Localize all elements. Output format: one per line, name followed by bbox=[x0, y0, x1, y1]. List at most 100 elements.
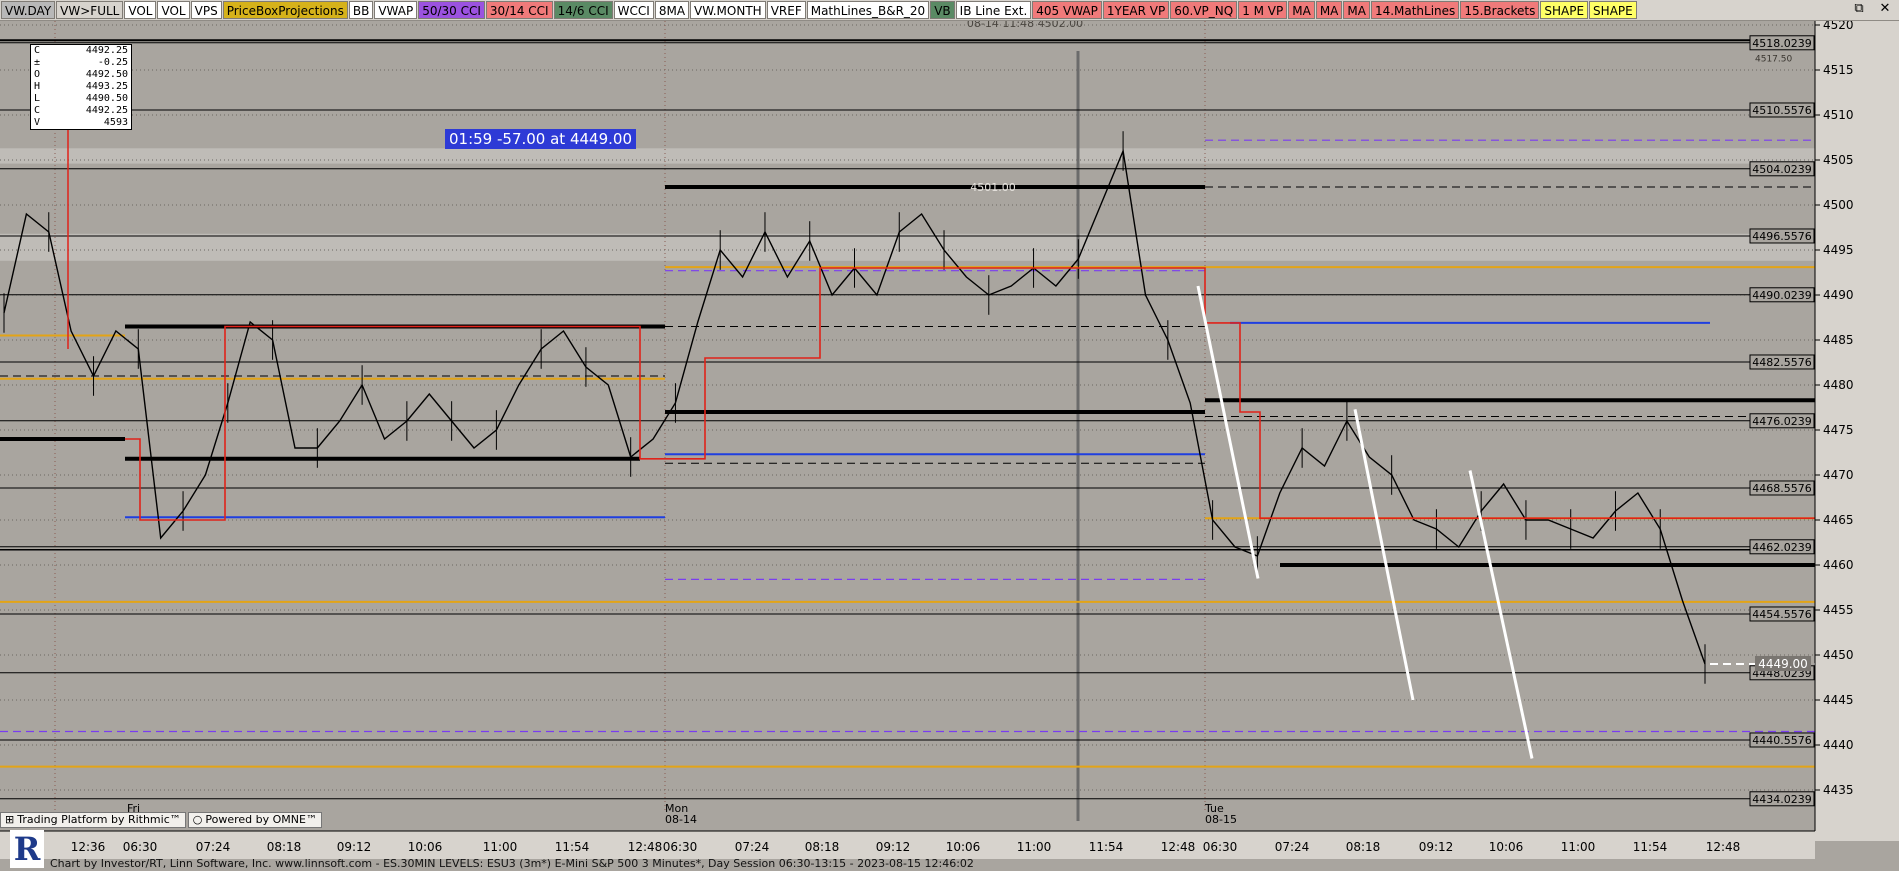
small-price-label: 4517.50 bbox=[1755, 54, 1792, 64]
price-tick-label: 4455 bbox=[1823, 603, 1854, 617]
indicator-button-vb[interactable]: VB bbox=[930, 1, 955, 19]
indicator-button-14-6-cci[interactable]: 14/6 CCI bbox=[553, 1, 613, 19]
time-tick-label: 09:12 bbox=[337, 840, 372, 854]
shaded-band bbox=[0, 233, 1815, 261]
ohlc-key: ± bbox=[34, 57, 41, 68]
level-price-tag: 4482.5576 bbox=[1749, 354, 1815, 370]
time-tick-label: 08:18 bbox=[1346, 840, 1381, 854]
ohlc-value: 4492.50 bbox=[85, 69, 128, 80]
indicator-button-8ma[interactable]: 8MA bbox=[654, 1, 690, 19]
indicator-toolbar: VW.DAY VW>FULL VOL VOL VPS PriceBoxProjection… bbox=[0, 0, 1899, 21]
ohlc-key: V bbox=[34, 117, 41, 128]
indicator-button-405-vwap[interactable]: 405 VWAP bbox=[1032, 1, 1102, 19]
indicator-button-vol[interactable]: VOL bbox=[124, 1, 157, 19]
indicator-button-vwap[interactable]: VWAP bbox=[374, 1, 418, 19]
level-price-tag: 4454.5576 bbox=[1749, 606, 1815, 622]
current-price-tag-label: 4449.00 bbox=[1758, 657, 1808, 671]
indicator-button-shape[interactable]: SHAPE bbox=[1589, 1, 1637, 19]
time-tick-label: 06:30 bbox=[663, 840, 698, 854]
mid-marker-label: 4501.00 bbox=[970, 181, 1016, 194]
restore-icon[interactable]: ⧉ bbox=[1851, 1, 1867, 16]
ohlc-value: 4492.25 bbox=[85, 45, 128, 56]
time-tick-label: 11:54 bbox=[1089, 840, 1124, 854]
level-price-tag: 4496.5576 bbox=[1749, 228, 1815, 244]
close-icon[interactable]: ✕ bbox=[1877, 1, 1893, 16]
level-price-tag: 4468.5576 bbox=[1749, 480, 1815, 496]
indicator-button-wcci[interactable]: WCCI bbox=[613, 1, 654, 19]
indicator-button-priceboxprojections[interactable]: PriceBoxProjections bbox=[222, 1, 348, 19]
level-price-tag-label: 4518.0239 bbox=[1752, 37, 1812, 50]
time-tick-label: 07:24 bbox=[196, 840, 231, 854]
level-price-tag: 4440.5576 bbox=[1749, 732, 1815, 748]
time-tick-label: 11:54 bbox=[1633, 840, 1668, 854]
time-tick-label: 11:00 bbox=[1017, 840, 1052, 854]
indicator-button-15-brackets[interactable]: 15.Brackets bbox=[1460, 1, 1540, 19]
time-tick-label: 11:00 bbox=[483, 840, 518, 854]
session-date-label: 08-15 bbox=[1205, 813, 1237, 826]
ohlc-value: 4490.50 bbox=[85, 93, 128, 104]
time-tick-label: 10:06 bbox=[946, 840, 981, 854]
time-tick-label: 06:30 bbox=[1203, 840, 1238, 854]
rithmic-badge[interactable]: ⊞ Trading Platform by Rithmic™ bbox=[0, 812, 186, 828]
price-tick-label: 4485 bbox=[1823, 333, 1854, 347]
level-price-tag-label: 4434.0239 bbox=[1752, 793, 1812, 806]
indicator-button-30-14-cci[interactable]: 30/14 CCI bbox=[485, 1, 553, 19]
indicator-button-ma[interactable]: MA bbox=[1343, 1, 1370, 19]
level-price-tag: 4434.0239 bbox=[1749, 791, 1815, 807]
level-price-tag: 4462.0239 bbox=[1749, 539, 1815, 555]
indicator-button-ma[interactable]: MA bbox=[1315, 1, 1343, 19]
indicator-button-vw-day[interactable]: VW.DAY bbox=[1, 1, 56, 19]
ohlc-readout: C 4492.25 ± -0.25 O 4492.50 H 4493.25 L 4490.50 C 4… bbox=[30, 44, 132, 130]
time-tick-label: 12:48 bbox=[1706, 840, 1741, 854]
price-tick-label: 4505 bbox=[1823, 153, 1854, 167]
ohlc-row: H 4493.25 bbox=[31, 81, 131, 93]
price-tick-label: 4475 bbox=[1823, 423, 1854, 437]
indicator-button-vw-month[interactable]: VW.MONTH bbox=[690, 1, 766, 19]
indicator-button-ib-line-ext-[interactable]: IB Line Ext. bbox=[955, 1, 1032, 19]
indicator-button-1-m-vp[interactable]: 1 M VP bbox=[1238, 1, 1288, 19]
price-tick-label: 4440 bbox=[1823, 738, 1854, 752]
time-tick-label: 11:00 bbox=[1561, 840, 1596, 854]
level-price-tag-label: 4440.5576 bbox=[1752, 734, 1812, 747]
ohlc-value: -0.25 bbox=[97, 57, 128, 68]
indicator-button-1year-vp[interactable]: 1YEAR VP bbox=[1102, 1, 1170, 19]
ohlc-row: L 4490.50 bbox=[31, 93, 131, 105]
indicator-button-14-mathlines[interactable]: 14.MathLines bbox=[1370, 1, 1460, 19]
ohlc-key: O bbox=[34, 69, 41, 80]
indicator-button-vps[interactable]: VPS bbox=[190, 1, 222, 19]
indicator-button-vw-full[interactable]: VW>FULL bbox=[56, 1, 124, 19]
price-tick-label: 4470 bbox=[1823, 468, 1854, 482]
ohlc-key: H bbox=[34, 81, 41, 92]
indicator-button-vref[interactable]: VREF bbox=[766, 1, 806, 19]
price-chart[interactable]: 4501.00 08-14 11:48 4502.00 4520 4515 4510 45… bbox=[0, 21, 1899, 871]
ohlc-key: C bbox=[34, 45, 41, 56]
time-tick-label: 06:30 bbox=[123, 840, 158, 854]
level-price-tag-label: 4510.5576 bbox=[1752, 104, 1812, 117]
ohlc-row: O 4492.50 bbox=[31, 69, 131, 81]
ohlc-value: 4492.25 bbox=[85, 105, 128, 116]
indicator-button-60-vp-nq[interactable]: 60.VP_NQ bbox=[1170, 1, 1238, 19]
level-price-tag: 4490.0239 bbox=[1749, 287, 1815, 303]
level-price-tag-label: 4476.0239 bbox=[1752, 415, 1812, 428]
price-tick-label: 4460 bbox=[1823, 558, 1854, 572]
session-date-label: 08-14 bbox=[665, 813, 697, 826]
time-tick-label: 12:48 bbox=[1161, 840, 1196, 854]
price-tick-label: 4510 bbox=[1823, 108, 1854, 122]
omne-badge[interactable]: ○ Powered by OMNE™ bbox=[187, 812, 322, 828]
indicator-button-vol[interactable]: VOL bbox=[157, 1, 190, 19]
window-controls: ⧉ ✕ bbox=[1851, 1, 1893, 16]
price-tick-label: 4435 bbox=[1823, 783, 1854, 797]
indicator-button-ma[interactable]: MA bbox=[1288, 1, 1315, 19]
level-price-tag-label: 4468.5576 bbox=[1752, 482, 1812, 495]
indicator-button-50-30-cci[interactable]: 50/30 CCI bbox=[418, 1, 485, 19]
level-price-tag-label: 4496.5576 bbox=[1752, 230, 1812, 243]
time-tick-label: 12:48 bbox=[628, 840, 663, 854]
top-marker-label: 08-14 11:48 4502.00 bbox=[967, 21, 1083, 30]
bar-countdown-label: 01:59 -57.00 at 4449.00 bbox=[445, 129, 636, 149]
time-tick-label: 10:06 bbox=[1489, 840, 1524, 854]
level-price-tag-label: 4490.0239 bbox=[1752, 289, 1812, 302]
indicator-button-shape[interactable]: SHAPE bbox=[1540, 1, 1589, 19]
level-price-tag-label: 4482.5576 bbox=[1752, 356, 1812, 369]
indicator-button-mathlines-b-r-20[interactable]: MathLines_B&R_20 bbox=[806, 1, 930, 19]
indicator-button-bb[interactable]: BB bbox=[348, 1, 374, 19]
